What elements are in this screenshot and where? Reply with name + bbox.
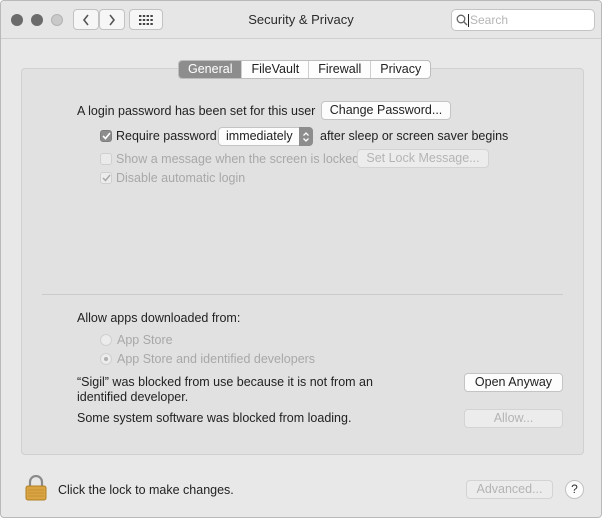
tab-firewall[interactable]: Firewall — [309, 61, 372, 78]
login-password-text: A login password has been set for this u… — [77, 104, 316, 118]
tab-filevault[interactable]: FileVault — [242, 61, 310, 78]
allow-apps-heading: Allow apps downloaded from: — [77, 311, 241, 325]
lock-button[interactable] — [25, 474, 47, 504]
radio-app-store-label: App Store — [117, 333, 173, 347]
search-field[interactable] — [451, 9, 595, 31]
tab-general[interactable]: General — [179, 61, 243, 78]
require-password-delay-value: immediately — [226, 129, 293, 143]
checkmark-icon — [101, 174, 111, 182]
show-message-checkbox[interactable] — [100, 153, 112, 165]
help-button[interactable]: ? — [565, 480, 584, 499]
disable-auto-login-checkbox[interactable] — [100, 172, 112, 184]
title-bar: Security & Privacy — [1, 1, 601, 39]
lock-text: Click the lock to make changes. — [58, 483, 234, 497]
blocked-app-message-line2: identified developer. — [77, 390, 189, 404]
checkmark-icon — [101, 132, 111, 140]
section-divider — [42, 294, 563, 295]
tab-privacy[interactable]: Privacy — [371, 61, 430, 78]
tab-bar: General FileVault Firewall Privacy — [178, 60, 432, 79]
radio-app-store[interactable] — [100, 334, 112, 346]
open-anyway-button[interactable]: Open Anyway — [464, 373, 563, 392]
require-password-delay-select[interactable]: immediately — [218, 127, 313, 146]
show-message-label: Show a message when the screen is locked — [116, 152, 360, 166]
system-software-blocked-text: Some system software was blocked from lo… — [77, 411, 352, 425]
after-sleep-text: after sleep or screen saver begins — [320, 129, 509, 143]
advanced-button[interactable]: Advanced... — [466, 480, 553, 499]
stepper-arrows-icon — [299, 127, 313, 146]
lock-icon — [25, 474, 47, 501]
search-input[interactable] — [470, 13, 590, 27]
allow-button[interactable]: Allow... — [464, 409, 563, 428]
text-cursor — [468, 14, 469, 27]
security-privacy-window: Security & Privacy General FileVault Fir… — [0, 0, 602, 518]
require-password-label: Require password — [116, 129, 217, 143]
search-icon — [456, 14, 468, 26]
radio-identified-developers-label: App Store and identified developers — [117, 352, 316, 366]
blocked-app-message-line1: “Sigil” was blocked from use because it … — [77, 375, 373, 389]
change-password-button[interactable]: Change Password... — [321, 101, 451, 120]
require-password-checkbox[interactable] — [100, 130, 112, 142]
disable-auto-login-label: Disable automatic login — [116, 171, 246, 185]
set-lock-message-button[interactable]: Set Lock Message... — [357, 149, 489, 168]
radio-identified-developers[interactable] — [100, 353, 112, 365]
